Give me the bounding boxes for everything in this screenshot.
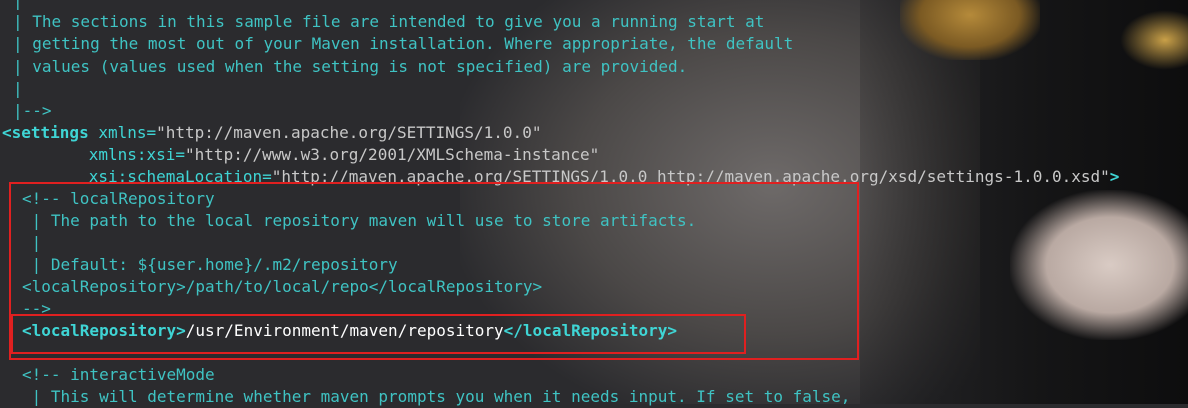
- settings-tag-close: >: [1109, 167, 1120, 186]
- comment-end-line: |-->: [13, 101, 52, 120]
- annotation-box-inner: [11, 314, 746, 354]
- xmlns-attribute: xmlns=: [88, 123, 157, 142]
- xmlns-xsi-line: xmlns:xsi="http://www.w3.org/2001/XMLSch…: [2, 144, 600, 166]
- xmlns-xsi-attribute: xmlns:xsi=: [79, 145, 186, 164]
- comment-line: |: [13, 79, 23, 98]
- settings-tag: <settings: [2, 123, 89, 142]
- comment-line: | values (values used when the setting i…: [13, 57, 688, 76]
- comment-line: | The sections in this sample file are i…: [13, 12, 765, 31]
- comment-line: | getting the most out of your Maven ins…: [13, 34, 794, 53]
- xmlns-value: "http://maven.apache.org/SETTINGS/1.0.0": [156, 123, 542, 142]
- xmlns-xsi-value: "http://www.w3.org/2001/XMLSchema-instan…: [185, 145, 600, 164]
- comment-line: | This will determine whether maven prom…: [22, 387, 851, 406]
- comment-line: <!-- interactiveMode: [22, 365, 215, 384]
- settings-open-tag-line: <settings xmlns="http://maven.apache.org…: [2, 122, 541, 144]
